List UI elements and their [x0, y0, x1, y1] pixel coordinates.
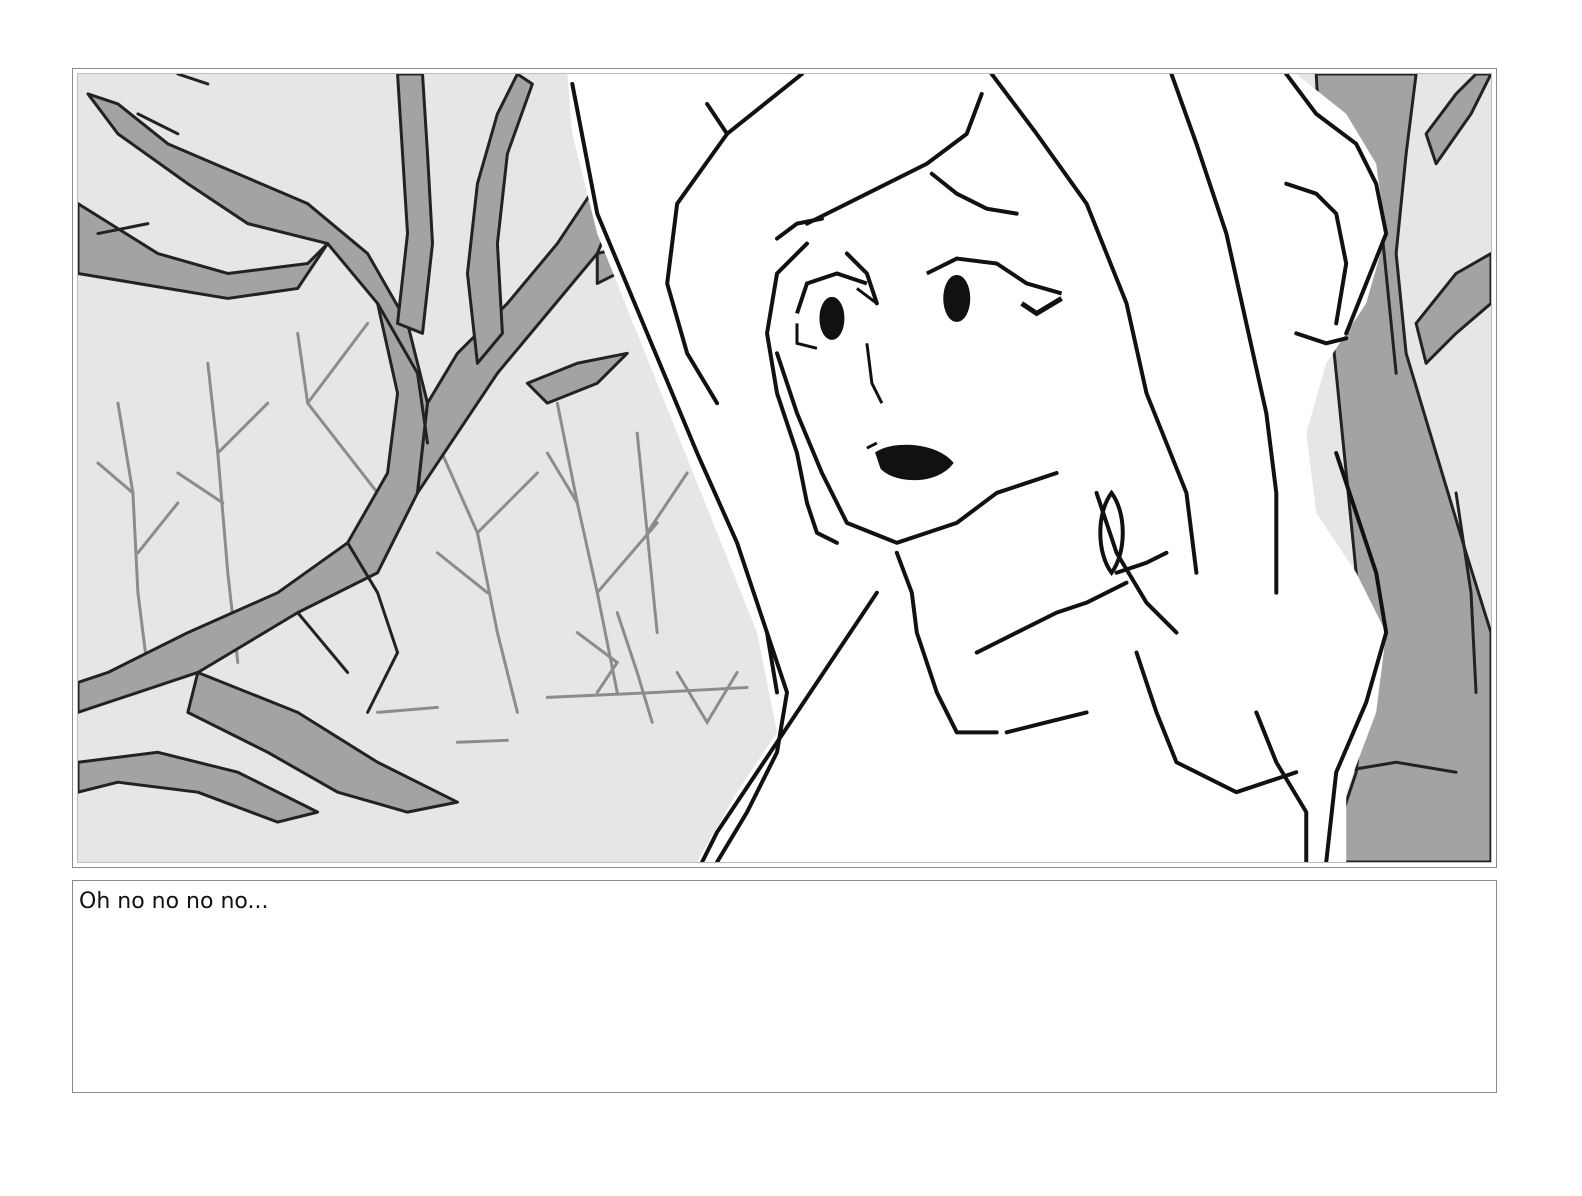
dialogue-text: Oh no no no no... — [79, 889, 269, 914]
left-eye — [819, 296, 845, 340]
forest-scene-drawing — [78, 74, 1491, 862]
caption-box: Oh no no no no... — [72, 880, 1497, 1093]
storyboard-panel-frame — [72, 68, 1497, 868]
right-eye — [943, 274, 971, 322]
storyboard-illustration — [77, 73, 1492, 863]
